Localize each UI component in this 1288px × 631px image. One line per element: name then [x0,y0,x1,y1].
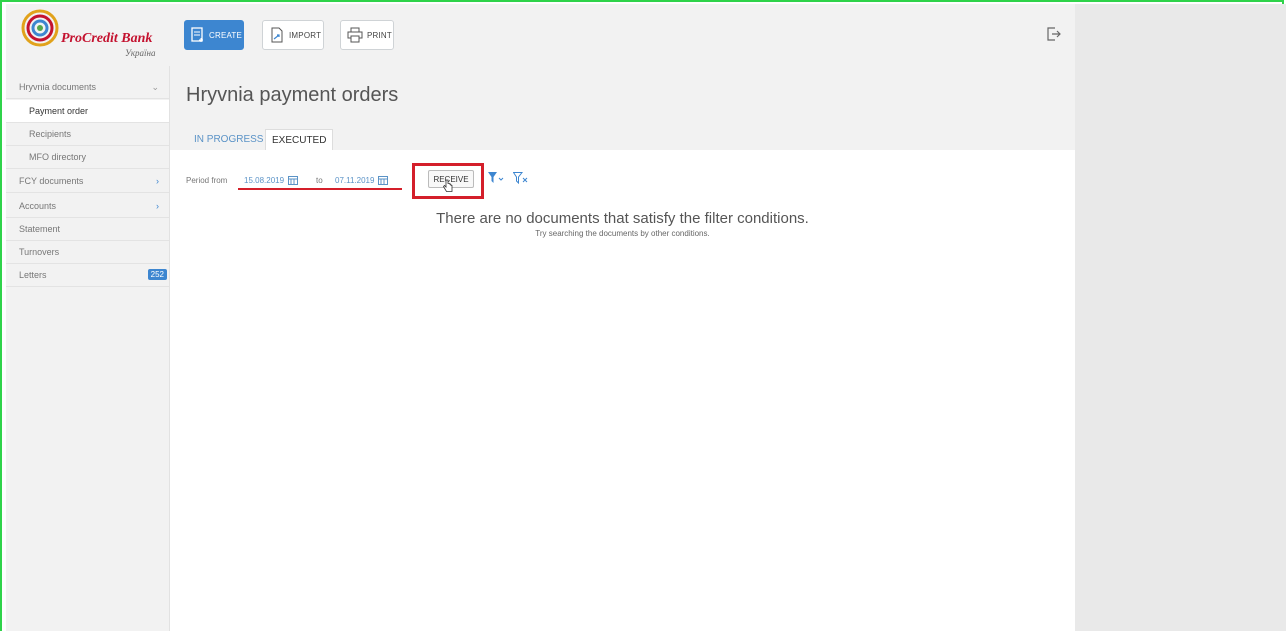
print-button[interactable]: PRINT [340,20,394,50]
sidebar-item-label: FCY documents [19,176,84,186]
top-toolbar: CREATE IMPORT PRINT [170,4,1075,67]
tab-executed[interactable]: EXECUTED [265,129,334,150]
brand-country: Україна [125,48,156,58]
calendar-icon[interactable] [378,175,389,185]
sidebar-item-label: Accounts [19,201,57,211]
period-from-label: Period from [186,176,228,185]
logout-icon[interactable] [1046,26,1062,42]
sidebar-item-statement[interactable]: Statement [6,218,169,241]
sidebar-item-letters[interactable]: Letters 252 [6,264,169,287]
unread-count-badge: 252 [147,269,167,280]
sidebar-item-hryvnia-documents[interactable]: Hryvnia documents ⌄ [6,76,169,99]
sidebar-item-fcy-documents[interactable]: FCY documents › [6,170,169,193]
empty-state-subtitle: Try searching the documents by other con… [535,229,710,238]
sidebar-item-label: Statement [19,224,61,234]
create-button[interactable]: CREATE [184,20,244,50]
hand-cursor-icon [442,179,453,192]
sidebar-item-label: Turnovers [19,247,60,257]
chevron-right-icon: › [156,176,159,186]
sidebar-item-payment-order[interactable]: Payment order [6,100,169,123]
page-title: Hryvnia payment orders [186,84,399,106]
sidebar-item-label: Recipients [29,129,72,139]
sidebar-item-label: Letters [19,270,47,280]
sidebar-item-label: Payment order [29,106,89,116]
import-button[interactable]: IMPORT [262,20,324,50]
date-from-value: 15.08.2019 [244,175,285,185]
date-to-field[interactable]: 07.11.2019 [335,173,389,187]
print-label: PRINT [367,30,392,40]
sidebar: Hryvnia documents ⌄ Payment order Recipi… [6,66,170,631]
main-content: Period from 15.08.2019 to 07.11.2019 REC… [170,150,1075,631]
import-icon [271,27,283,43]
brand-name: ProCredit Bank [61,31,153,46]
sidebar-item-label: MFO directory [29,152,87,162]
create-label: CREATE [209,30,243,40]
sidebar-item-mfo-directory[interactable]: MFO directory [6,146,169,169]
chevron-right-icon: › [156,201,159,211]
chevron-down-icon: ⌄ [151,81,159,92]
sidebar-item-turnovers[interactable]: Turnovers [6,241,169,264]
date-from-field[interactable]: 15.08.2019 [244,173,299,187]
period-underline-annotation [238,188,402,190]
period-to-label: to [316,176,323,185]
sidebar-item-label: Hryvnia documents [19,82,97,92]
filter-icon[interactable] [488,172,504,184]
sidebar-item-accounts[interactable]: Accounts › [6,195,169,218]
import-label: IMPORT [289,30,322,40]
empty-state-title: There are no documents that satisfy the … [436,210,809,227]
create-icon [191,27,203,42]
clear-filter-icon[interactable] [513,172,529,184]
print-icon [347,27,363,43]
tab-in-progress[interactable]: IN PROGRESS [188,129,269,150]
calendar-icon[interactable] [288,175,299,185]
main-header: Hryvnia payment orders IN PROGRESS EXECU… [170,66,1075,150]
date-to-value: 07.11.2019 [335,175,375,185]
sidebar-item-recipients[interactable]: Recipients [6,123,169,146]
right-blank-area [1075,4,1286,631]
logo-area[interactable]: ProCredit Bank Україна [6,4,170,67]
